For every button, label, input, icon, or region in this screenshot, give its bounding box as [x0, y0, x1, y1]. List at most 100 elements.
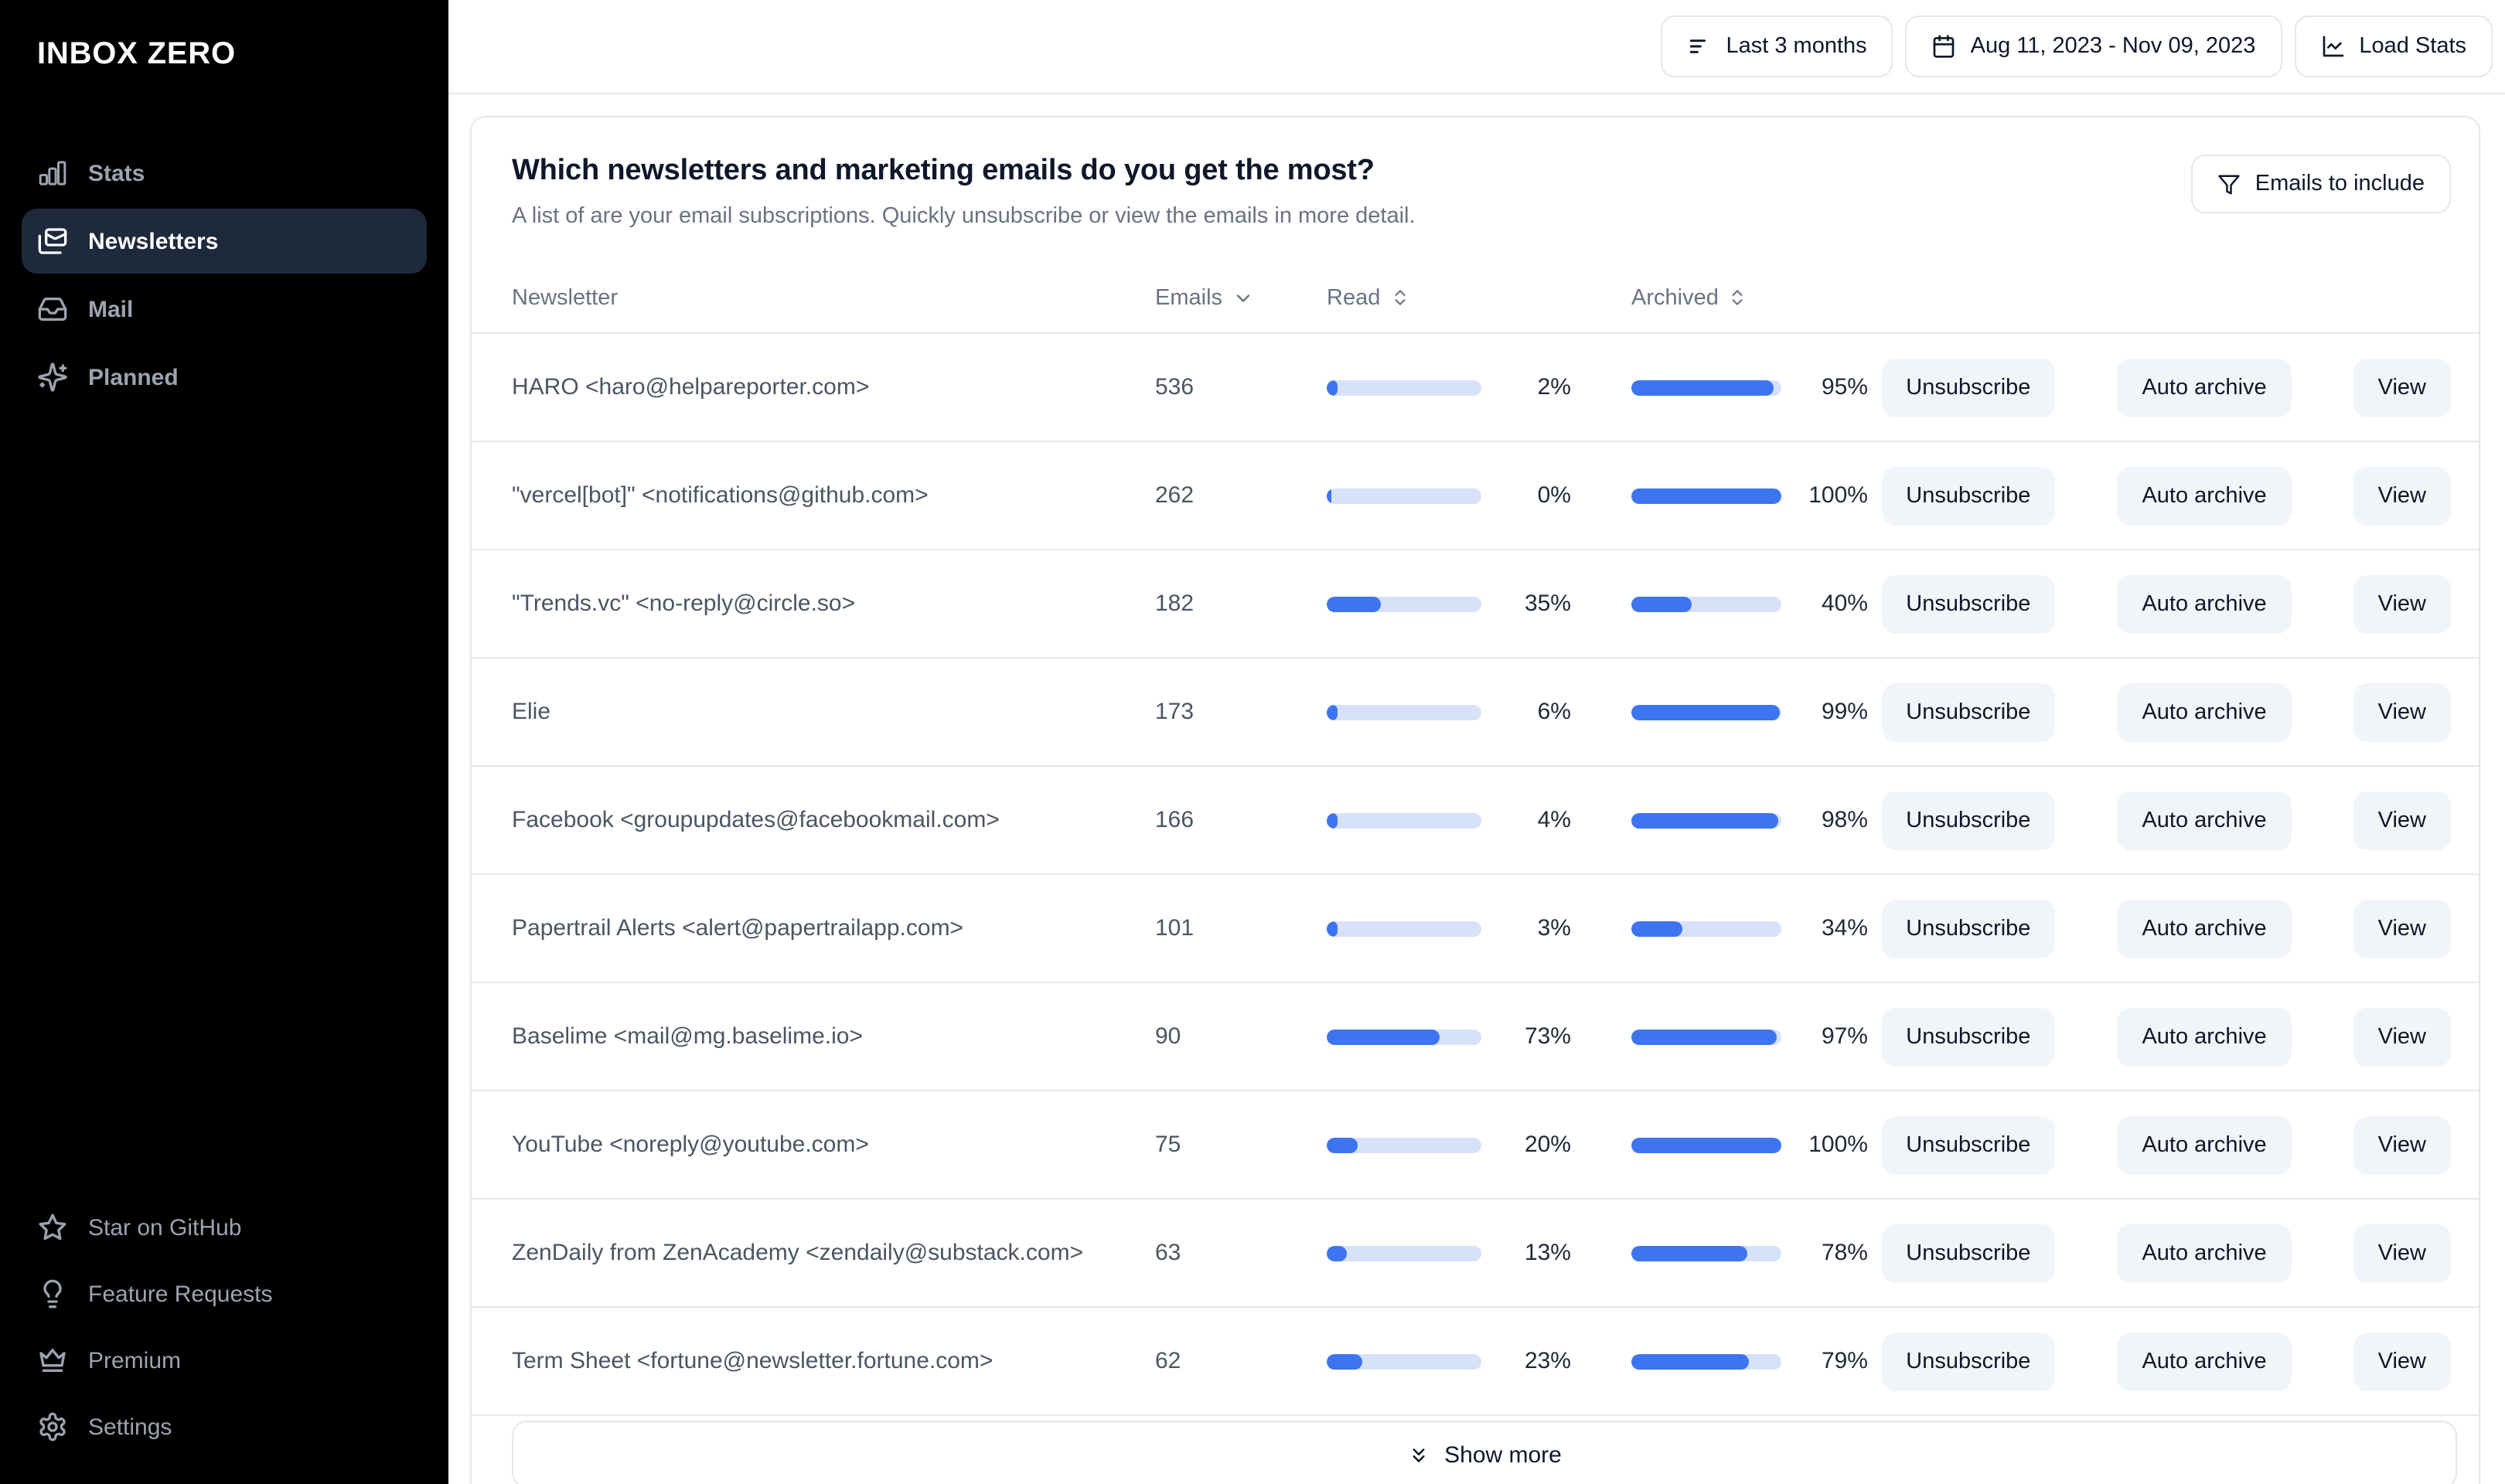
archived-percent: 79% [1821, 1348, 1868, 1374]
view-button[interactable]: View [2353, 791, 2451, 849]
read-percent: 73% [1524, 1023, 1571, 1050]
column-header-archived[interactable]: Archived [1574, 285, 1868, 310]
archived-cell: 100% [1574, 482, 1868, 509]
sidebar-item-feature-requests[interactable]: Feature Requests [22, 1263, 427, 1325]
unsubscribe-button[interactable]: Unsubscribe [1881, 791, 2056, 849]
archived-bar-fill [1631, 1353, 1750, 1369]
archived-bar-fill [1631, 1029, 1777, 1044]
unsubscribe-button[interactable]: Unsubscribe [1881, 574, 2056, 633]
archived-percent: 40% [1821, 591, 1868, 617]
sidebar-item-label: Mail [88, 296, 134, 322]
emails-count: 62 [1155, 1348, 1181, 1374]
read-progress-bar [1327, 1029, 1481, 1044]
chevrons-up-down-icon [1389, 287, 1411, 308]
unsubscribe-button[interactable]: Unsubscribe [1881, 466, 2056, 525]
load-stats-button[interactable]: Load Stats [2294, 15, 2493, 77]
archived-progress-bar [1631, 488, 1781, 503]
show-more-button[interactable]: Show more [512, 1421, 2457, 1484]
unsubscribe-button[interactable]: Unsubscribe [1881, 1332, 2056, 1390]
sidebar-item-mail[interactable]: Mail [22, 277, 427, 342]
newsletters-card: Which newsletters and marketing emails d… [470, 116, 2480, 1484]
sidebar-item-star-on-github[interactable]: Star on GitHub [22, 1196, 427, 1258]
view-button[interactable]: View [2353, 466, 2451, 525]
sidebar-item-planned[interactable]: Planned [22, 345, 427, 410]
read-progress-bar [1327, 921, 1481, 936]
auto-archive-button[interactable]: Auto archive [2117, 358, 2292, 417]
read-cell: 0% [1327, 482, 1574, 509]
archived-percent: 34% [1821, 915, 1868, 941]
emails-count: 90 [1155, 1023, 1181, 1050]
unsubscribe-button[interactable]: Unsubscribe [1881, 682, 2056, 741]
newsletter-name: Term Sheet <fortune@newsletter.fortune.c… [512, 1348, 993, 1374]
newsletter-name: Baselime <mail@mg.baselime.io> [512, 1023, 863, 1050]
row-actions: Unsubscribe Auto archive View [1868, 1224, 2451, 1282]
archived-cell: 98% [1574, 807, 1868, 833]
row-actions: Unsubscribe Auto archive View [1868, 682, 2451, 741]
unsubscribe-button[interactable]: Unsubscribe [1881, 358, 2056, 417]
read-percent: 35% [1524, 591, 1571, 617]
auto-archive-button[interactable]: Auto archive [2117, 1115, 2292, 1174]
view-button[interactable]: View [2353, 574, 2451, 633]
newsletter-name: HARO <haro@helpareporter.com> [512, 374, 870, 400]
date-range-preset-button[interactable]: Last 3 months [1661, 15, 1893, 77]
auto-archive-button[interactable]: Auto archive [2117, 466, 2292, 525]
sidebar-item-stats[interactable]: Stats [22, 141, 427, 206]
column-header-emails[interactable]: Emails [1155, 285, 1327, 310]
auto-archive-button[interactable]: Auto archive [2117, 1007, 2292, 1066]
archived-cell: 34% [1574, 915, 1868, 941]
read-cell: 23% [1327, 1348, 1574, 1374]
read-cell: 13% [1327, 1240, 1574, 1266]
table-row: YouTube <noreply@youtube.com> 75 20% 100… [472, 1091, 2479, 1200]
sidebar-item-settings[interactable]: Settings [22, 1396, 427, 1458]
date-range-picker-button[interactable]: Aug 11, 2023 - Nov 09, 2023 [1905, 15, 2282, 77]
newsletter-name: ZenDaily from ZenAcademy <zendaily@subst… [512, 1240, 1084, 1266]
unsubscribe-button[interactable]: Unsubscribe [1881, 899, 2056, 958]
emails-count: 536 [1155, 374, 1195, 400]
view-button[interactable]: View [2353, 1115, 2451, 1174]
row-actions: Unsubscribe Auto archive View [1868, 1332, 2451, 1390]
archived-percent: 100% [1808, 482, 1868, 509]
auto-archive-button[interactable]: Auto archive [2117, 682, 2292, 741]
table-header: Newsletter Emails Read Archived [472, 263, 2479, 334]
view-button[interactable]: View [2353, 682, 2451, 741]
archived-cell: 97% [1574, 1023, 1868, 1050]
archived-progress-bar [1631, 596, 1781, 611]
auto-archive-button[interactable]: Auto archive [2117, 574, 2292, 633]
read-progress-bar [1327, 596, 1481, 611]
archived-cell: 78% [1574, 1240, 1868, 1266]
row-actions: Unsubscribe Auto archive View [1868, 574, 2451, 633]
unsubscribe-button[interactable]: Unsubscribe [1881, 1115, 2056, 1174]
filter-lines-icon [1688, 34, 1713, 59]
card-footer: Show more [472, 1416, 2479, 1484]
view-button[interactable]: View [2353, 1332, 2451, 1390]
view-button[interactable]: View [2353, 1007, 2451, 1066]
archived-progress-bar [1631, 812, 1781, 828]
archived-cell: 99% [1574, 699, 1868, 725]
unsubscribe-button[interactable]: Unsubscribe [1881, 1007, 2056, 1066]
table-body: HARO <haro@helpareporter.com> 536 2% 95%… [472, 334, 2479, 1416]
star-icon [37, 1212, 68, 1243]
read-cell: 35% [1327, 591, 1574, 617]
unsubscribe-button[interactable]: Unsubscribe [1881, 1224, 2056, 1282]
auto-archive-button[interactable]: Auto archive [2117, 899, 2292, 958]
archived-progress-bar [1631, 1245, 1781, 1261]
auto-archive-button[interactable]: Auto archive [2117, 791, 2292, 849]
column-header-read[interactable]: Read [1327, 285, 1574, 310]
view-button[interactable]: View [2353, 899, 2451, 958]
auto-archive-button[interactable]: Auto archive [2117, 1224, 2292, 1282]
sidebar-item-newsletters[interactable]: Newsletters [22, 209, 427, 274]
column-header-newsletter[interactable]: Newsletter [512, 285, 1155, 310]
view-button[interactable]: View [2353, 358, 2451, 417]
read-bar-fill [1327, 380, 1338, 395]
sidebar: INBOX ZERO Stats Newsletters Mail Planne… [0, 0, 448, 1484]
newsletter-name: Elie [512, 699, 551, 725]
emails-to-include-button[interactable]: Emails to include [2191, 155, 2451, 213]
read-cell: 3% [1327, 915, 1574, 941]
sidebar-item-premium[interactable]: Premium [22, 1329, 427, 1391]
auto-archive-button[interactable]: Auto archive [2117, 1332, 2292, 1390]
archived-cell: 40% [1574, 591, 1868, 617]
archived-cell: 79% [1574, 1348, 1868, 1374]
read-progress-bar [1327, 380, 1481, 395]
sidebar-item-label: Star on GitHub [88, 1214, 242, 1241]
view-button[interactable]: View [2353, 1224, 2451, 1282]
